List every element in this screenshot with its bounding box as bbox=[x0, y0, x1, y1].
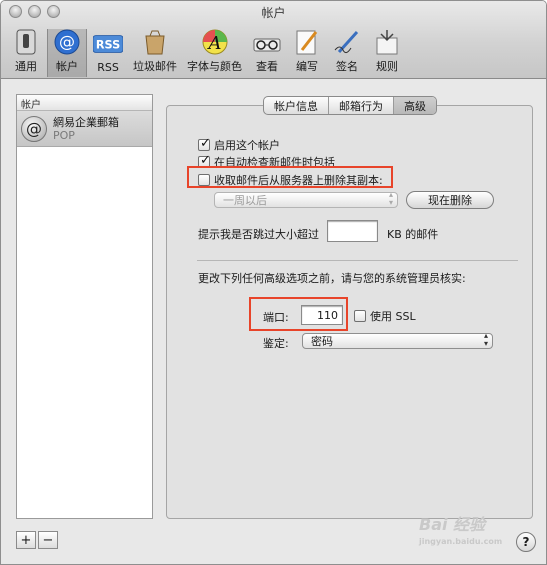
at-sign-icon: @ bbox=[52, 28, 82, 56]
add-account-button[interactable]: + bbox=[16, 531, 36, 549]
use-ssl-label: 使用 SSL bbox=[370, 310, 416, 323]
toolbar-rss-label: RSS bbox=[97, 61, 119, 74]
use-ssl-option[interactable]: 使用 SSL bbox=[354, 308, 416, 324]
remove-now-button[interactable]: 现在删除 bbox=[406, 191, 494, 209]
enable-account-option[interactable]: ✓ 启用这个帐户 bbox=[198, 136, 280, 153]
toolbar-rss[interactable]: RSS RSS bbox=[89, 29, 127, 77]
admin-note: 更改下列任何高级选项之前，请与您的系统管理员核实: bbox=[198, 272, 466, 285]
enable-account-checkbox[interactable]: ✓ bbox=[198, 136, 211, 151]
toolbar-rules[interactable]: 规则 bbox=[368, 29, 406, 77]
divider bbox=[197, 260, 518, 261]
window-title: 帐户 bbox=[261, 6, 286, 20]
rss-icon: RSS bbox=[93, 29, 123, 59]
toolbar-viewing-label: 查看 bbox=[256, 60, 278, 73]
tab-mailbox-behaviors[interactable]: 邮箱行为 bbox=[329, 97, 394, 114]
accounts-list-header: 帐户 bbox=[17, 95, 152, 111]
toolbar-junk-label: 垃圾邮件 bbox=[133, 60, 177, 73]
auth-label: 鉴定: bbox=[263, 337, 289, 350]
svg-text:@: @ bbox=[59, 32, 75, 51]
toolbar-fonts-colors[interactable]: A 字体与颜色 bbox=[183, 29, 246, 77]
accounts-list: 帐户 @ 網易企業郵箱 POP bbox=[16, 94, 153, 519]
tab-advanced[interactable]: 高级 bbox=[394, 97, 436, 114]
rules-icon bbox=[372, 28, 402, 56]
highlight-remove-copy bbox=[187, 166, 393, 188]
watermark-url: jingyan.baidu.com bbox=[419, 537, 503, 546]
account-row[interactable]: @ 網易企業郵箱 POP bbox=[17, 111, 152, 147]
pencil-paper-icon bbox=[292, 28, 322, 56]
size-unit-label: KB 的邮件 bbox=[387, 228, 439, 241]
auth-select[interactable]: 密码 ▴ ▾ bbox=[302, 331, 493, 349]
toolbar-junk[interactable]: 垃圾邮件 bbox=[129, 29, 181, 77]
help-button[interactable]: ? bbox=[516, 532, 536, 552]
updown-arrows-icon: ▴ ▾ bbox=[388, 190, 393, 207]
tab-bar: 帐户信息 邮箱行为 高级 bbox=[263, 96, 437, 115]
at-sign-icon: @ bbox=[21, 115, 47, 142]
account-name: 網易企業郵箱 bbox=[53, 115, 119, 129]
pen-signature-icon bbox=[332, 28, 362, 56]
title-bar: 帐户 通用 @ 帐户 RSS RSS 垃圾邮件 A 字体与颜色 查看 编写 签名… bbox=[1, 1, 546, 79]
glasses-icon bbox=[252, 29, 282, 56]
watermark-text: Bai 经验 bbox=[419, 515, 486, 534]
switch-icon bbox=[11, 28, 41, 56]
enable-account-label: 启用这个帐户 bbox=[214, 139, 280, 152]
updown-arrows-icon: ▴ ▾ bbox=[483, 331, 488, 348]
account-type: POP bbox=[53, 128, 75, 142]
toolbar-signatures[interactable]: 签名 bbox=[328, 29, 366, 77]
size-prompt-label: 提示我是否跳过大小超过 bbox=[198, 228, 319, 241]
toolbar-general[interactable]: 通用 bbox=[7, 29, 45, 77]
use-ssl-checkbox[interactable] bbox=[354, 310, 366, 322]
checkmark-icon: ✓ bbox=[200, 136, 211, 151]
size-limit-input[interactable] bbox=[327, 220, 378, 242]
remove-period-select[interactable]: 一周以后 ▴ ▾ bbox=[214, 190, 398, 208]
port-label: 端口: bbox=[263, 311, 289, 324]
toolbar-accounts-label: 帐户 bbox=[56, 60, 78, 73]
preferences-toolbar: 通用 @ 帐户 RSS RSS 垃圾邮件 A 字体与颜色 查看 编写 签名 规则 bbox=[7, 29, 408, 77]
svg-text:RSS: RSS bbox=[96, 39, 120, 52]
junk-bag-icon bbox=[140, 28, 170, 56]
watermark: Bai 经验 jingyan.baidu.com bbox=[419, 511, 514, 546]
toolbar-signatures-label: 签名 bbox=[336, 60, 358, 73]
toolbar-viewing[interactable]: 查看 bbox=[248, 29, 286, 77]
toolbar-rules-label: 规则 bbox=[376, 60, 398, 73]
auth-value: 密码 bbox=[311, 335, 333, 348]
tab-account-info[interactable]: 帐户信息 bbox=[264, 97, 329, 114]
toolbar-composing[interactable]: 编写 bbox=[288, 29, 326, 77]
remove-account-button[interactable]: − bbox=[38, 531, 58, 549]
preferences-window: 帐户 通用 @ 帐户 RSS RSS 垃圾邮件 A 字体与颜色 查看 编写 签名… bbox=[0, 0, 547, 565]
svg-text:A: A bbox=[206, 33, 221, 54]
toolbar-general-label: 通用 bbox=[15, 60, 37, 73]
toolbar-fonts-colors-label: 字体与颜色 bbox=[187, 60, 242, 73]
port-input[interactable]: 110 bbox=[301, 305, 343, 325]
font-color-icon: A bbox=[200, 28, 230, 56]
toolbar-composing-label: 编写 bbox=[296, 60, 318, 73]
toolbar-accounts[interactable]: @ 帐户 bbox=[47, 29, 87, 77]
remove-period-value: 一周以后 bbox=[223, 194, 267, 207]
